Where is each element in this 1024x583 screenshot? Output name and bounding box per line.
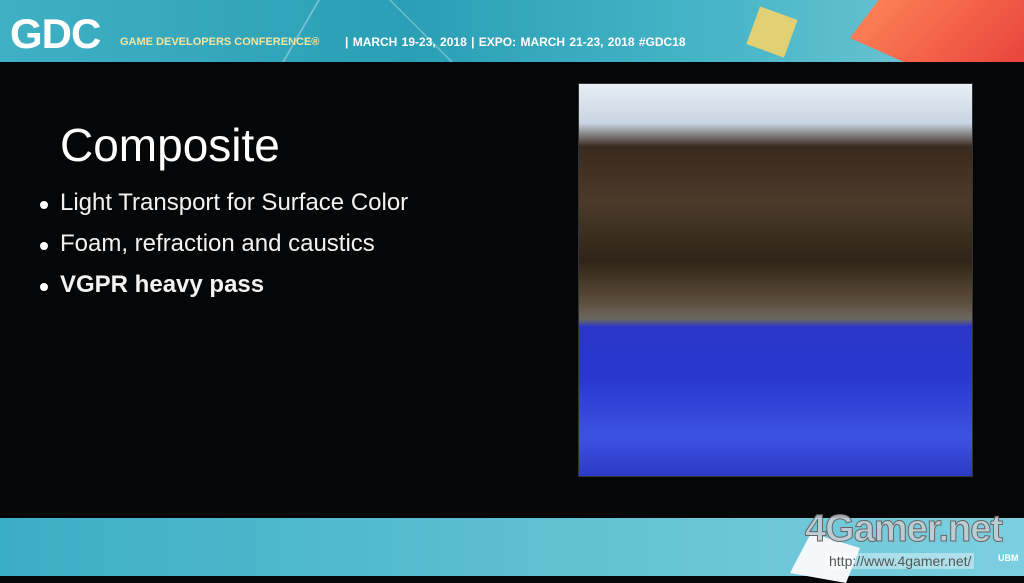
bullet-text: VGPR heavy pass bbox=[60, 270, 265, 298]
bullet-icon bbox=[40, 200, 48, 209]
watermark-logo: 4Gamer.net bbox=[805, 508, 1004, 551]
bullet-item: VGPR heavy pass bbox=[40, 264, 408, 305]
cube-graphic bbox=[746, 6, 798, 58]
bullet-icon bbox=[40, 282, 48, 291]
composite-render-image bbox=[578, 83, 973, 477]
watermark-url: http://www.4gamer.net/ bbox=[826, 553, 975, 569]
bullet-list: Light Transport for Surface Color Foam, … bbox=[40, 182, 408, 305]
bullet-item: Light Transport for Surface Color bbox=[40, 182, 408, 223]
bullet-text: Foam, refraction and caustics bbox=[60, 229, 375, 257]
decor-line bbox=[389, 0, 453, 62]
bullet-item: Foam, refraction and caustics bbox=[40, 223, 408, 264]
bullet-icon bbox=[40, 241, 48, 250]
gdc-header-banner: GDC GAME DEVELOPERS CONFERENCE® | MARCH … bbox=[0, 0, 1024, 62]
conference-name: GAME DEVELOPERS CONFERENCE® bbox=[120, 36, 320, 48]
bullet-text: Light Transport for Surface Color bbox=[60, 188, 409, 216]
polygon-graphic bbox=[850, 0, 1024, 62]
gdc-logo: GDC bbox=[10, 10, 101, 57]
conference-dates: | MARCH 19-23, 2018 | EXPO: MARCH 21-23,… bbox=[345, 35, 686, 49]
ubm-logo: UBM bbox=[998, 553, 1019, 563]
decor-line bbox=[282, 0, 320, 62]
slide-title: Composite bbox=[60, 119, 280, 171]
